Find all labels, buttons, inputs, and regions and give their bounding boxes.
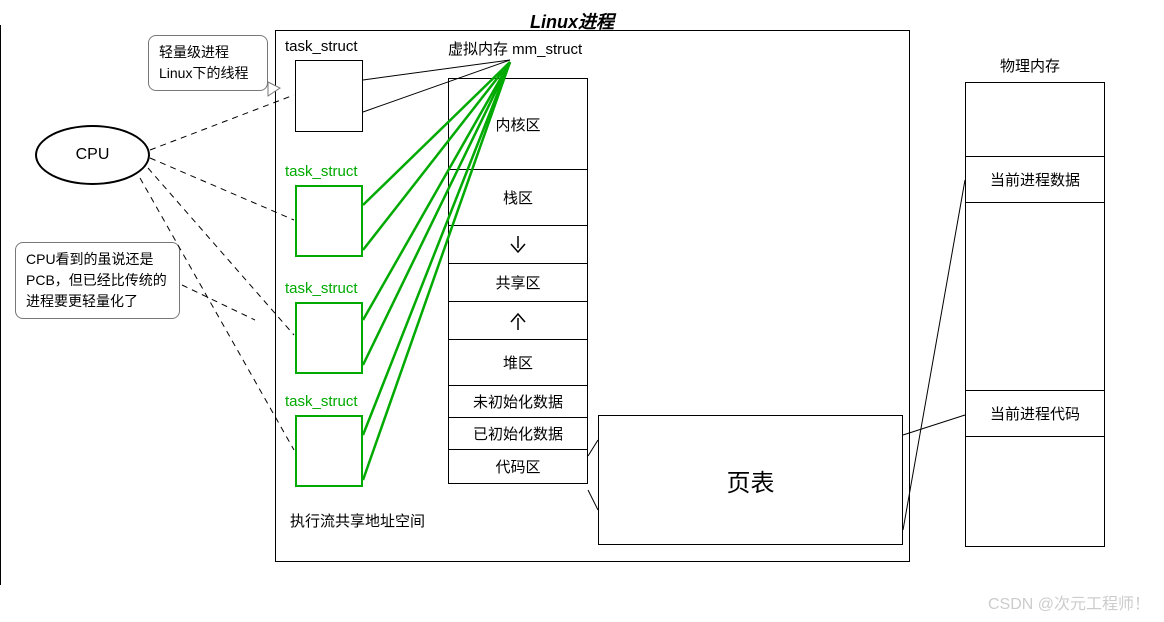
phys-mem-column: 当前进程数据 当前进程代码 (965, 82, 1105, 547)
vm-column: 内核区 栈区 共享区 堆区 未初始化数据 已初始化数据 代码区 (448, 78, 588, 484)
mm-struct-label: 虚拟内存 mm_struct (448, 38, 582, 59)
left-edge (0, 25, 2, 585)
pm-blank-1 (965, 203, 1105, 391)
task-struct-green-3-box (295, 415, 363, 487)
vm-heap: 堆区 (448, 340, 588, 386)
task-struct-green-2-label: task_struct (285, 280, 358, 297)
task-struct-green-1-label: task_struct (285, 163, 358, 180)
callout-pcb: CPU看到的虽说还是PCB，但已经比传统的进程要更轻量化了 (15, 242, 180, 319)
cpu-node: CPU (35, 125, 150, 185)
pm-data: 当前进程数据 (965, 157, 1105, 203)
callout-lwp: 轻量级进程 Linux下的线程 (148, 35, 268, 91)
task-struct-green-2-box (295, 302, 363, 374)
vm-kernel: 内核区 (448, 78, 588, 170)
vm-data: 已初始化数据 (448, 418, 588, 450)
cpu-label: CPU (76, 146, 110, 164)
vm-arrow-up (448, 302, 588, 340)
pm-code: 当前进程代码 (965, 391, 1105, 437)
vm-bss: 未初始化数据 (448, 386, 588, 418)
vm-arrow-down (448, 226, 588, 264)
vm-text: 代码区 (448, 450, 588, 484)
task-struct-green-1-box (295, 185, 363, 257)
vm-shared: 共享区 (448, 264, 588, 302)
watermark: CSDN @次元工程师！ (988, 590, 1150, 614)
page-table: 页表 (598, 415, 903, 545)
phys-mem-title: 物理内存 (1000, 55, 1060, 76)
task-struct-green-3-label: task_struct (285, 393, 358, 410)
pm-blank-2 (965, 437, 1105, 547)
linux-process-title: Linux进程 (530, 8, 614, 34)
task-struct-main-box (295, 60, 363, 132)
shared-as-note: 执行流共享地址空间 (290, 510, 425, 531)
page-table-label: 页表 (727, 463, 775, 498)
vm-stack: 栈区 (448, 170, 588, 226)
task-struct-label-main: task_struct (285, 38, 358, 55)
pm-blank-0 (965, 82, 1105, 157)
